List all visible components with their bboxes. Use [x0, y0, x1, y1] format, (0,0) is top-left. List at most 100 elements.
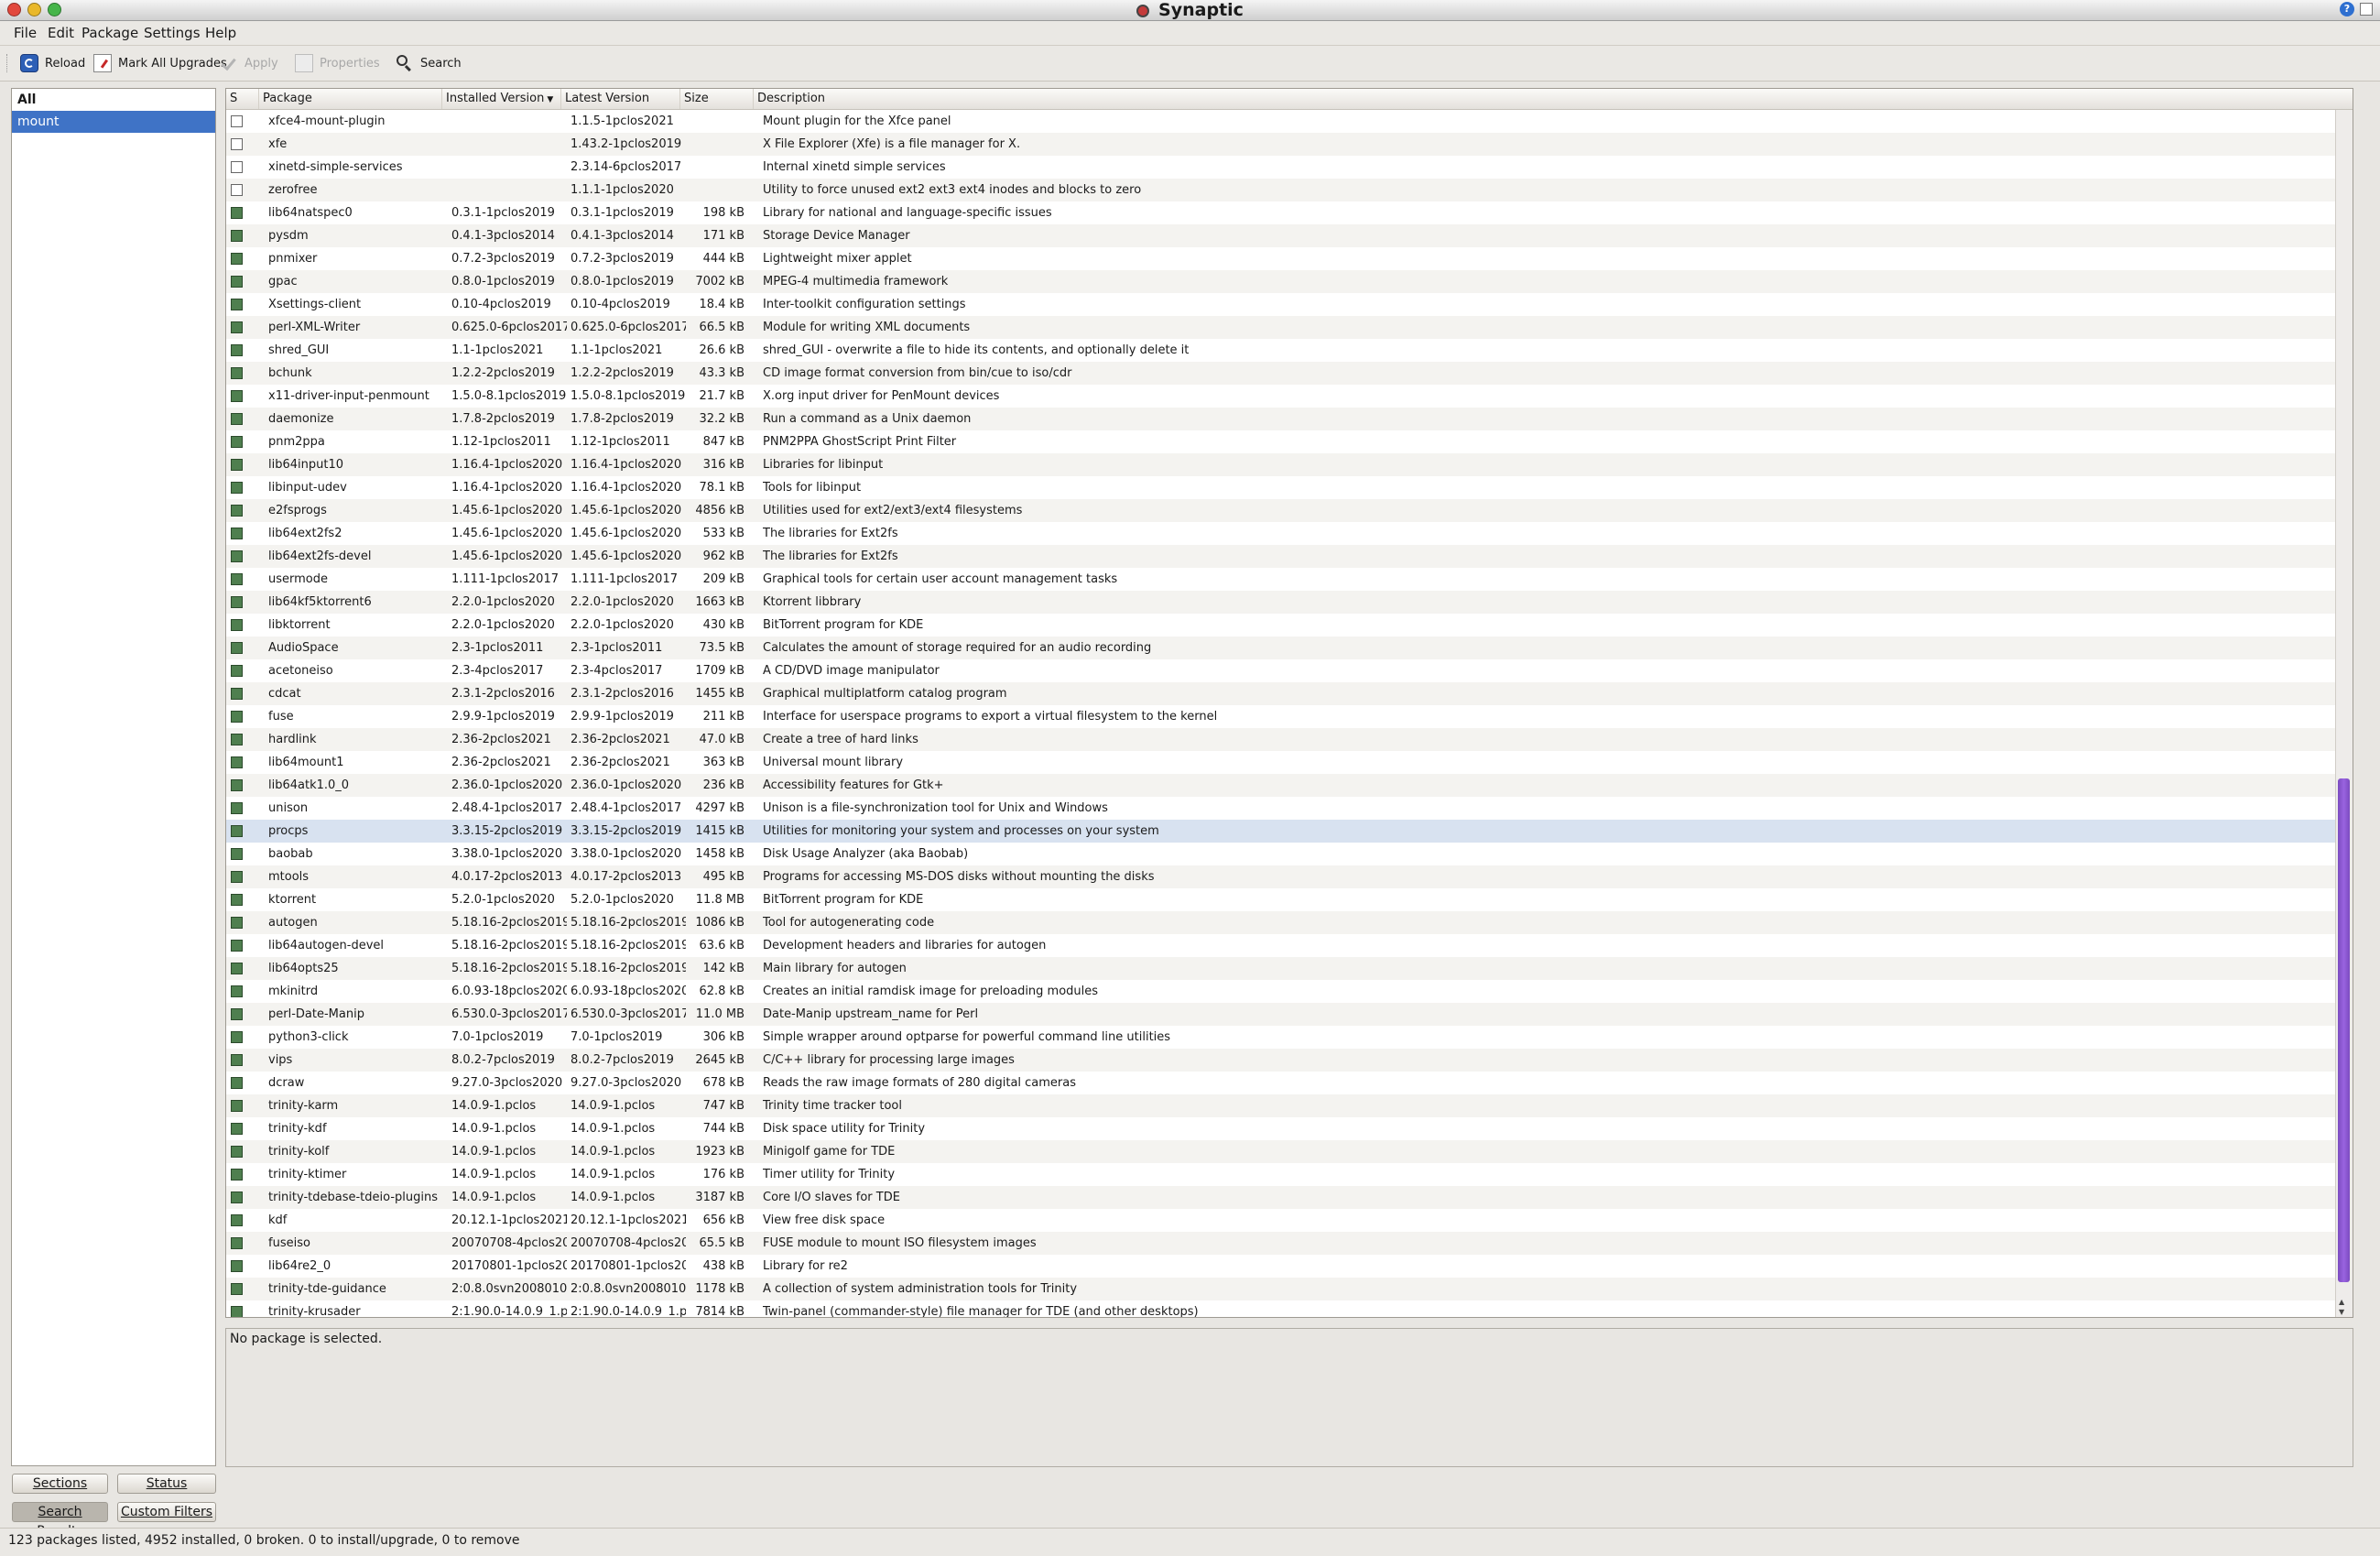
table-row[interactable]: kdf 20.12.1-1pclos2021 20.12.1-1pclos2021 6…	[226, 1209, 2336, 1232]
table-row[interactable]: trinity-tdebase-tdeio-plugins 14.0.9-1.pc…	[226, 1186, 2336, 1209]
installed-status-box[interactable]	[231, 528, 243, 539]
table-row[interactable]: lib64mount1 2.36-2pclos2021 2.36-2pclos202…	[226, 751, 2336, 774]
table-row[interactable]: procps 3.3.15-2pclos2019 3.3.15-2pclos2019…	[226, 820, 2336, 843]
installed-status-box[interactable]	[231, 276, 243, 288]
scrollbar-thumb[interactable]	[2338, 778, 2350, 1282]
vertical-scrollbar[interactable]: ▲ ▼	[2335, 110, 2353, 1317]
not-installed-checkbox[interactable]	[231, 138, 243, 150]
installed-status-box[interactable]	[231, 253, 243, 265]
installed-status-box[interactable]	[231, 573, 243, 585]
table-row[interactable]: trinity-ktimer 14.0.9-1.pclos 14.0.9-1.pcl…	[226, 1163, 2336, 1186]
table-row[interactable]: trinity-tde-guidance 2:0.8.0svn20080103 2:…	[226, 1278, 2336, 1300]
installed-status-box[interactable]	[231, 1031, 243, 1043]
table-row[interactable]: ktorrent 5.2.0-1pclos2020 5.2.0-1pclos2020…	[226, 888, 2336, 911]
installed-status-box[interactable]	[231, 596, 243, 608]
table-row[interactable]: gpac 0.8.0-1pclos2019 0.8.0-1pclos2019 7002…	[226, 270, 2336, 293]
table-row[interactable]: acetoneiso 2.3-4pclos2017 2.3-4pclos2017 17…	[226, 659, 2336, 682]
installed-status-box[interactable]	[231, 825, 243, 837]
installed-status-box[interactable]	[231, 1306, 243, 1317]
installed-status-box[interactable]	[231, 619, 243, 631]
menu-file[interactable]: File	[14, 24, 37, 42]
installed-status-box[interactable]	[231, 321, 243, 333]
installed-status-box[interactable]	[231, 1146, 243, 1158]
help-icon[interactable]: ?	[2340, 2, 2354, 16]
table-row[interactable]: lib64atk1.0_0 2.36.0-1pclos2020 2.36.0-1pc…	[226, 774, 2336, 797]
installed-status-box[interactable]	[231, 711, 243, 723]
table-row[interactable]: fuse 2.9.9-1pclos2019 2.9.9-1pclos2019 211 …	[226, 705, 2336, 728]
table-row[interactable]: libinput-udev 1.16.4-1pclos2020 1.16.4-1pc…	[226, 476, 2336, 499]
installed-status-box[interactable]	[231, 848, 243, 860]
installed-status-box[interactable]	[231, 940, 243, 952]
table-row[interactable]: e2fsprogs 1.45.6-1pclos2020 1.45.6-1pclos2…	[226, 499, 2336, 522]
installed-status-box[interactable]	[231, 1260, 243, 1272]
table-row[interactable]: libktorrent 2.2.0-1pclos2020 2.2.0-1pclos2…	[226, 614, 2336, 637]
table-row[interactable]: lib64autogen-devel 5.18.16-2pclos2019 5.18…	[226, 934, 2336, 957]
table-row[interactable]: x11-driver-input-penmount 1.5.0-8.1pclos2…	[226, 385, 2336, 408]
installed-status-box[interactable]	[231, 894, 243, 906]
menu-settings[interactable]: Settings	[144, 24, 201, 42]
installed-status-box[interactable]	[231, 1237, 243, 1249]
installed-status-box[interactable]	[231, 1100, 243, 1112]
menu-package[interactable]: Package	[82, 24, 138, 42]
installed-status-box[interactable]	[231, 436, 243, 448]
table-row[interactable]: trinity-karm 14.0.9-1.pclos 14.0.9-1.pclos…	[226, 1094, 2336, 1117]
search-results-button[interactable]: Search Results	[12, 1502, 108, 1539]
table-row[interactable]: baobab 3.38.0-1pclos2020 3.38.0-1pclos2020…	[226, 843, 2336, 865]
installed-status-box[interactable]	[231, 779, 243, 791]
installed-status-box[interactable]	[231, 1191, 243, 1203]
table-row[interactable]: bchunk 1.2.2-2pclos2019 1.2.2-2pclos2019 43…	[226, 362, 2336, 385]
installed-status-box[interactable]	[231, 230, 243, 242]
installed-status-box[interactable]	[231, 390, 243, 402]
table-row[interactable]: lib64kf5ktorrent6 2.2.0-1pclos2020 2.2.0-1…	[226, 591, 2336, 614]
installed-status-box[interactable]	[231, 505, 243, 517]
table-row[interactable]: mtools 4.0.17-2pclos2013 4.0.17-2pclos2013…	[226, 865, 2336, 888]
table-row[interactable]: lib64opts25 5.18.16-2pclos2019 5.18.16-2pc…	[226, 957, 2336, 980]
scroll-up-arrow-icon[interactable]: ▲	[2339, 1298, 2344, 1306]
installed-status-box[interactable]	[231, 367, 243, 379]
column-header-description[interactable]: Description	[754, 89, 2353, 109]
table-row[interactable]: cdcat 2.3.1-2pclos2016 2.3.1-2pclos2016 145…	[226, 682, 2336, 705]
custom-filters-button[interactable]: Custom Filters	[117, 1502, 216, 1522]
table-row[interactable]: lib64input10 1.16.4-1pclos2020 1.16.4-1pcl…	[226, 453, 2336, 476]
column-header-latest-version[interactable]: Latest Version	[561, 89, 680, 109]
installed-status-box[interactable]	[231, 1123, 243, 1135]
table-row[interactable]: python3-click 7.0-1pclos2019 7.0-1pclos201…	[226, 1026, 2336, 1049]
reload-button[interactable]: Reload	[20, 51, 85, 75]
installed-status-box[interactable]	[231, 1169, 243, 1181]
not-installed-checkbox[interactable]	[231, 184, 243, 196]
table-row[interactable]: dcraw 9.27.0-3pclos2020 9.27.0-3pclos2020 6…	[226, 1072, 2336, 1094]
installed-status-box[interactable]	[231, 642, 243, 654]
installed-status-box[interactable]	[231, 1054, 243, 1066]
not-installed-checkbox[interactable]	[231, 161, 243, 173]
sections-button[interactable]: Sections	[12, 1474, 108, 1494]
table-row[interactable]: autogen 5.18.16-2pclos2019 5.18.16-2pclos2…	[226, 911, 2336, 934]
installed-status-box[interactable]	[231, 413, 243, 425]
installed-status-box[interactable]	[231, 550, 243, 562]
table-row[interactable]: lib64ext2fs2 1.45.6-1pclos2020 1.45.6-1pcl…	[226, 522, 2336, 545]
table-row[interactable]: pnmixer 0.7.2-3pclos2019 0.7.2-3pclos2019 4…	[226, 247, 2336, 270]
installed-status-box[interactable]	[231, 344, 243, 356]
table-row[interactable]: perl-XML-Writer 0.625.0-6pclos2017 0.625.0…	[226, 316, 2336, 339]
scroll-down-arrow-icon[interactable]: ▼	[2339, 1308, 2344, 1316]
table-row[interactable]: xfe 1.43.2-1pclos2019 X File Explorer (Xfe…	[226, 133, 2336, 156]
installed-status-box[interactable]	[231, 459, 243, 471]
installed-status-box[interactable]	[231, 1008, 243, 1020]
table-row[interactable]: lib64re2_0 20170801-1pclos2020 20170801-1p…	[226, 1255, 2336, 1278]
table-row[interactable]: pnm2ppa 1.12-1pclos2011 1.12-1pclos2011 847…	[226, 430, 2336, 453]
column-header-status[interactable]: S	[226, 89, 259, 109]
table-row[interactable]: trinity-kolf 14.0.9-1.pclos 14.0.9-1.pclos…	[226, 1140, 2336, 1163]
table-row[interactable]: lib64natspec0 0.3.1-1pclos2019 0.3.1-1pclo…	[226, 201, 2336, 224]
installed-status-box[interactable]	[231, 1077, 243, 1089]
installed-status-box[interactable]	[231, 802, 243, 814]
menu-edit[interactable]: Edit	[48, 24, 74, 42]
table-row[interactable]: xfce4-mount-plugin 1.1.5-1pclos2021 Mount …	[226, 110, 2336, 133]
status-button[interactable]: Status	[117, 1474, 216, 1494]
table-row[interactable]: fuseiso 20070708-4pclos2020 20070708-4pclo…	[226, 1232, 2336, 1255]
installed-status-box[interactable]	[231, 917, 243, 929]
installed-status-box[interactable]	[231, 734, 243, 745]
table-row[interactable]: Xsettings-client 0.10-4pclos2019 0.10-4pcl…	[226, 293, 2336, 316]
filter-item-all[interactable]: All	[12, 89, 215, 111]
table-row[interactable]: vips 8.0.2-7pclos2019 8.0.2-7pclos2019 2645…	[226, 1049, 2336, 1072]
table-row[interactable]: perl-Date-Manip 6.530.0-3pclos2017 6.530.0…	[226, 1003, 2336, 1026]
installed-status-box[interactable]	[231, 871, 243, 883]
